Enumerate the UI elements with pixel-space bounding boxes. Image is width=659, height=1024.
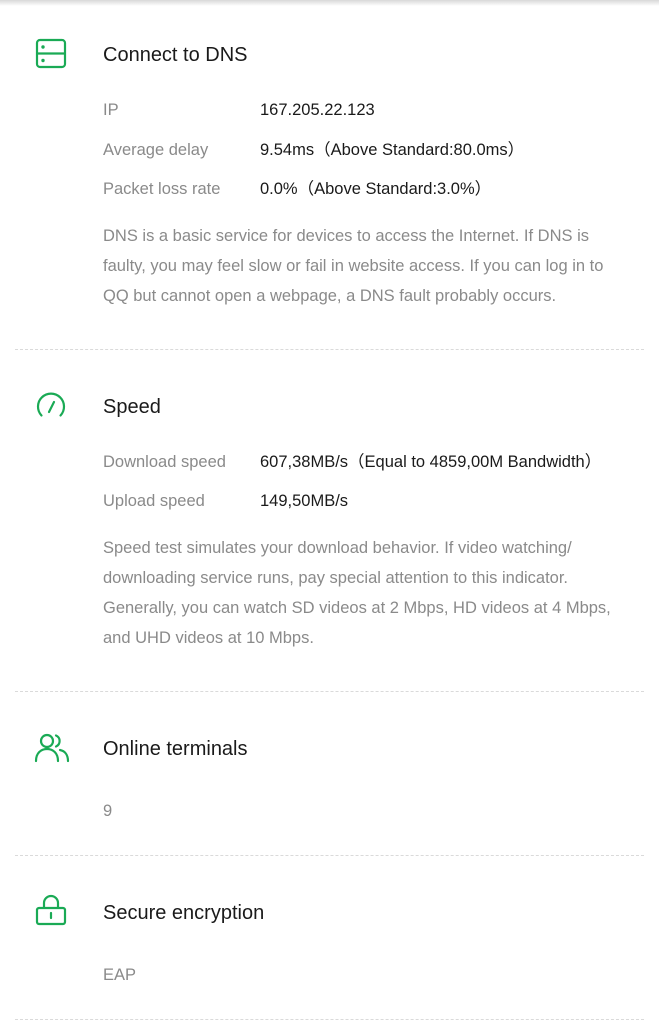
divider [15,691,644,692]
speed-title: Speed [103,396,161,418]
encryption-title: Secure encryption [103,902,265,924]
dns-description: DNS is a basic service for devices to ac… [103,227,604,305]
encryption-type: EAP [103,966,137,984]
divider [15,349,644,350]
speedometer-icon [34,389,68,423]
dns-ip-value: 167.205.22.123 [260,101,375,119]
top-shadow [0,0,659,6]
dns-delay-value: 9.54ms（Above Standard:80.0ms） [260,141,525,159]
dns-delay-label: Average delay [103,141,209,159]
users-icon [34,731,70,765]
divider [15,1019,644,1020]
dns-title: Connect to DNS [103,44,248,66]
upload-speed-label: Upload speed [103,492,205,510]
server-icon [34,37,68,71]
speed-description: Speed test simulates your download behav… [103,539,611,647]
download-speed-label: Download speed [103,453,226,471]
download-speed-value: 607,38MB/s（Equal to 4859,00M Bandwidth） [260,453,602,471]
terminals-title: Online terminals [103,738,248,760]
dns-ip-label: IP [103,101,119,119]
dns-loss-label: Packet loss rate [103,180,221,198]
upload-speed-value: 149,50MB/s [260,492,349,510]
divider [15,855,644,856]
network-diagnosis-page: Connect to DNS IP 167.205.22.123 Average… [0,0,659,1024]
terminals-count: 9 [103,802,113,820]
dns-loss-value: 0.0%（Above Standard:3.0%） [260,180,492,198]
lock-icon [34,893,68,927]
